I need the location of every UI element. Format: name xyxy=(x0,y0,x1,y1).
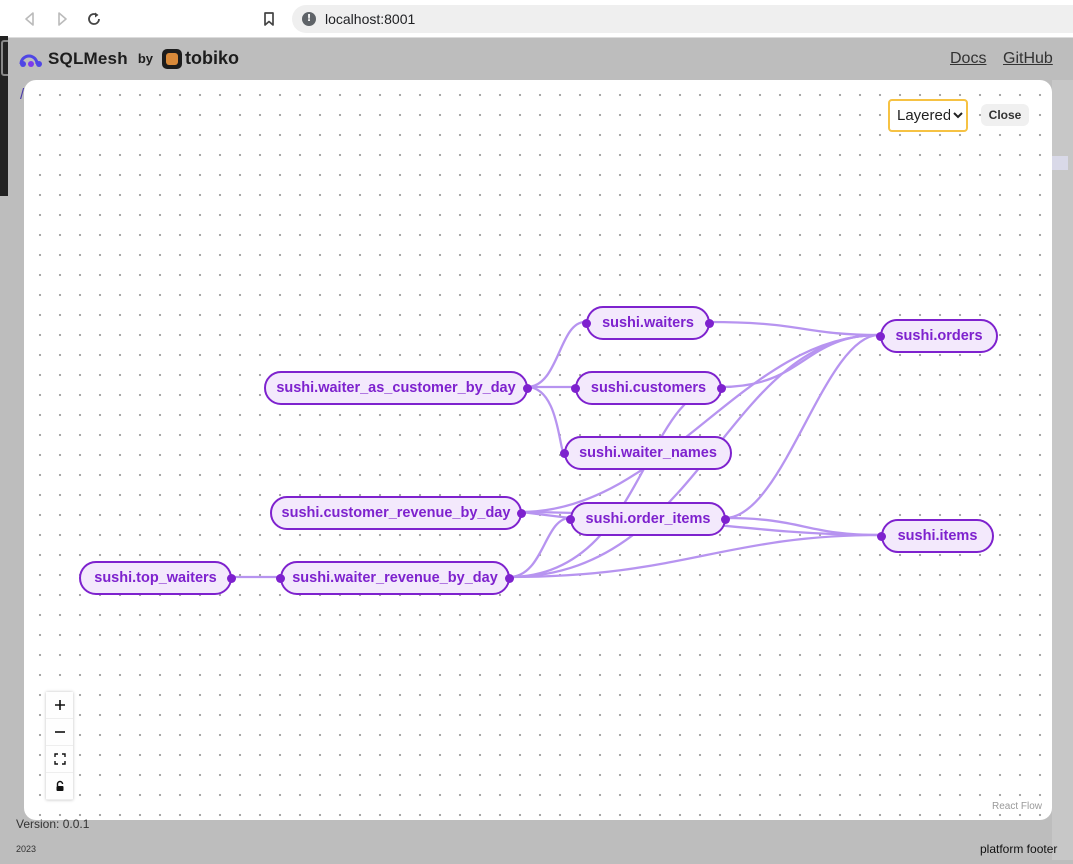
site-info-icon[interactable]: ! xyxy=(302,12,316,26)
layout-select[interactable]: Layered xyxy=(888,99,968,132)
node-handle[interactable] xyxy=(705,319,714,328)
node-handle[interactable] xyxy=(721,515,730,524)
react-flow-attribution[interactable]: React Flow xyxy=(992,801,1042,812)
github-link[interactable]: GitHub xyxy=(1003,50,1053,68)
node-label: sushi.customers xyxy=(590,380,707,396)
docs-link[interactable]: Docs xyxy=(950,50,986,68)
reload-icon[interactable] xyxy=(84,9,104,29)
zoom-in-icon xyxy=(54,700,65,710)
edge-wacbd-waiter-names xyxy=(526,385,566,454)
fit-view-button[interactable] xyxy=(46,746,73,773)
node-label: sushi.top_waiters xyxy=(94,570,217,586)
forward-icon[interactable] xyxy=(52,9,72,29)
node-handle[interactable] xyxy=(717,384,726,393)
node-handle[interactable] xyxy=(877,532,886,541)
lineage-node[interactable]: sushi.customer_revenue_by_day xyxy=(270,496,526,530)
logo-text: SQLMesh xyxy=(48,48,128,68)
lineage-node[interactable]: sushi.items xyxy=(877,519,994,553)
zoom-out-icon xyxy=(54,731,65,733)
edge-waiters-orders xyxy=(708,320,880,337)
edge-wrbd-order-items xyxy=(508,516,571,579)
lineage-node[interactable]: sushi.waiter_revenue_by_day xyxy=(276,561,514,595)
node-handle[interactable] xyxy=(560,449,569,458)
logo-by: by xyxy=(137,51,153,66)
close-button[interactable]: Close xyxy=(981,104,1029,126)
node-handle[interactable] xyxy=(517,509,526,518)
back-icon[interactable] xyxy=(20,9,40,29)
zoom-in-button[interactable] xyxy=(46,692,73,719)
partner-name: tobiko xyxy=(184,48,239,68)
logo[interactable]: SQLMesh by tobiko xyxy=(18,48,239,69)
node-label: sushi.waiter_revenue_by_day xyxy=(292,570,498,586)
lineage-edges xyxy=(231,320,882,579)
edge-wrbd-items xyxy=(508,533,882,579)
fit-view-icon xyxy=(53,753,66,765)
background-panel-tab xyxy=(1052,156,1068,170)
bookmark-icon[interactable] xyxy=(259,9,279,29)
lineage-node[interactable]: sushi.top_waiters xyxy=(79,561,236,595)
browser-toolbar: ! localhost:8001 xyxy=(0,0,1073,38)
lineage-modal: sushi.waiters sushi.orders sushi.waiter_… xyxy=(24,80,1052,820)
zoom-out-button[interactable] xyxy=(46,719,73,746)
lineage-node[interactable]: sushi.order_items xyxy=(566,502,730,536)
lineage-node[interactable]: sushi.waiters xyxy=(582,306,714,340)
node-label: sushi.waiter_names xyxy=(579,445,717,461)
platform-footer: platform footer xyxy=(980,842,1058,856)
lineage-node[interactable]: sushi.waiter_as_customer_by_day xyxy=(264,371,532,405)
flow-controls xyxy=(46,692,73,800)
node-handle[interactable] xyxy=(523,384,532,393)
node-handle[interactable] xyxy=(571,384,580,393)
lineage-node[interactable]: sushi.waiter_names xyxy=(560,436,732,470)
address-bar[interactable]: ! localhost:8001 xyxy=(292,5,1073,33)
sqlmesh-logo-icon xyxy=(19,54,42,67)
lock-button[interactable] xyxy=(46,773,73,800)
url-text: localhost:8001 xyxy=(325,11,416,27)
edge-crbd-orders xyxy=(520,333,880,514)
edge-wacbd-waiters xyxy=(526,320,586,389)
app-header: SQLMesh by tobiko Docs GitHub xyxy=(8,38,1073,80)
background-panel xyxy=(1052,80,1073,860)
lineage-node[interactable]: sushi.orders xyxy=(876,319,998,353)
node-handle[interactable] xyxy=(227,574,236,583)
lineage-node[interactable]: sushi.customers xyxy=(571,371,726,405)
node-label: sushi.orders xyxy=(895,328,983,344)
node-label: sushi.order_items xyxy=(585,511,711,527)
node-handle[interactable] xyxy=(566,515,575,524)
node-label: sushi.items xyxy=(897,528,978,544)
copyright-year: 2023 xyxy=(16,844,37,854)
node-label: sushi.customer_revenue_by_day xyxy=(281,505,511,521)
node-handle[interactable] xyxy=(876,332,885,341)
node-handle[interactable] xyxy=(582,319,591,328)
lock-icon xyxy=(56,780,63,791)
node-label: sushi.waiter_as_customer_by_day xyxy=(276,380,516,396)
desktop-edge xyxy=(0,36,11,196)
node-handle[interactable] xyxy=(276,574,285,583)
node-handle[interactable] xyxy=(505,574,514,583)
tobiko-logo-icon xyxy=(161,48,182,69)
node-label: sushi.waiters xyxy=(602,315,694,331)
version-label: Version: 0.0.1 xyxy=(16,817,90,831)
